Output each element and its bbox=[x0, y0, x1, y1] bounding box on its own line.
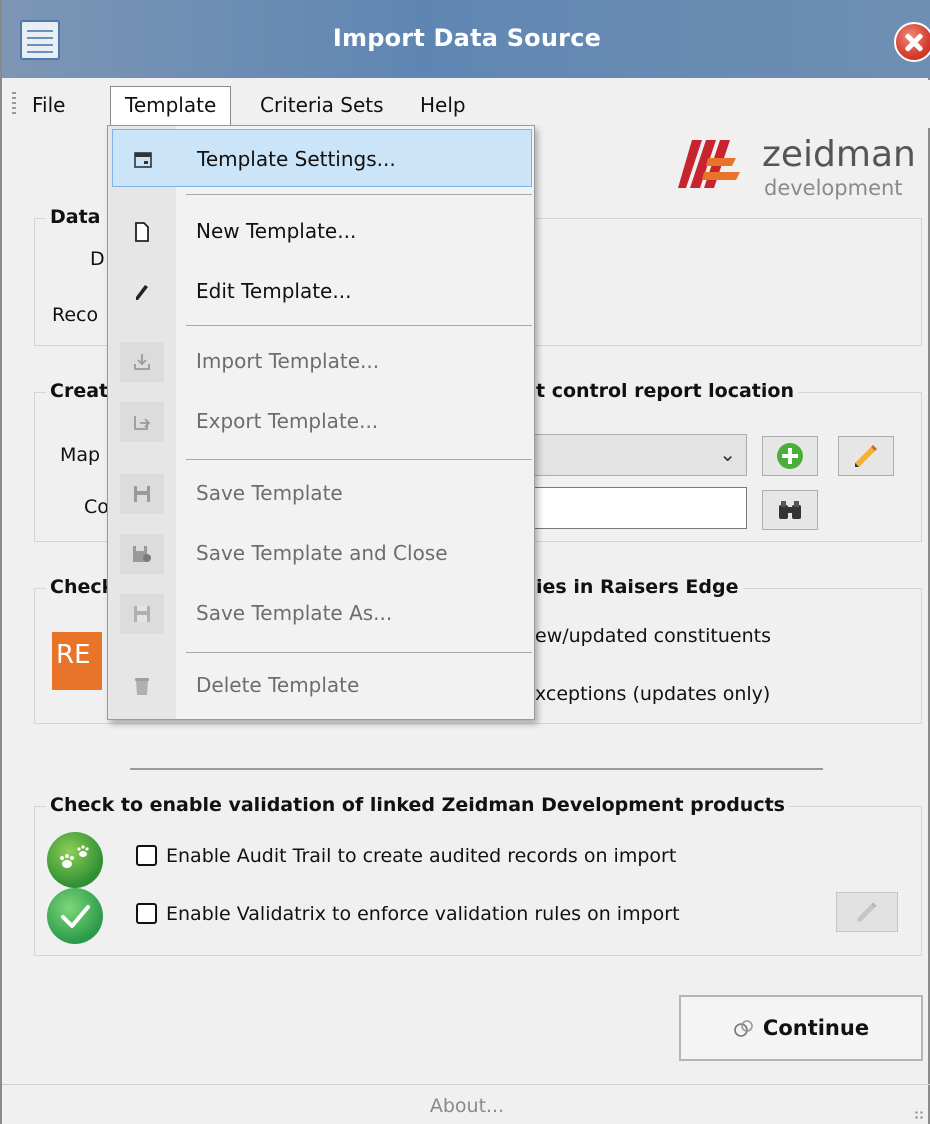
browse-button[interactable] bbox=[762, 490, 818, 530]
menu-item-edit-template[interactable]: Edit Template... bbox=[108, 262, 534, 320]
validatrix-icon bbox=[47, 888, 103, 944]
pencil-icon bbox=[855, 445, 877, 467]
mapping-select[interactable]: ⌄ bbox=[532, 434, 747, 476]
records-label: Reco bbox=[52, 304, 99, 326]
audit-trail-checkbox[interactable] bbox=[136, 845, 157, 866]
export-icon bbox=[120, 402, 164, 442]
menu-item-label: Edit Template... bbox=[196, 279, 352, 303]
zeidman-mark-icon bbox=[678, 140, 740, 188]
validatrix-label: Enable Validatrix to enforce validation … bbox=[166, 903, 680, 925]
close-icon[interactable] bbox=[894, 22, 930, 62]
data-source-label: D bbox=[90, 248, 105, 270]
menu-item-label: New Template... bbox=[196, 219, 357, 243]
status-bar: About... bbox=[2, 1084, 930, 1124]
menu-item-label: Save Template As... bbox=[196, 601, 393, 625]
zeidman-logo: zeidman development bbox=[678, 130, 918, 200]
linked-products-group bbox=[34, 806, 922, 956]
menu-item-label: Delete Template bbox=[196, 673, 360, 697]
pencil-icon bbox=[857, 902, 877, 922]
exceptions-option[interactable]: xceptions (updates only) bbox=[535, 683, 770, 705]
template-dropdown-menu: Template Settings... New Template... Edi… bbox=[107, 125, 535, 720]
control-label: Co bbox=[84, 496, 109, 518]
validatrix-edit-button[interactable] bbox=[836, 892, 898, 932]
menu-help[interactable]: Help bbox=[420, 90, 466, 120]
trash-icon bbox=[120, 666, 164, 706]
menu-item-label: Import Template... bbox=[196, 349, 380, 373]
raisers-edge-logo: RE bbox=[52, 632, 102, 690]
menu-separator bbox=[186, 325, 532, 326]
menu-item-export-template[interactable]: Export Template... bbox=[108, 392, 534, 450]
menu-item-label: Save Template bbox=[196, 481, 343, 505]
menu-item-label: Export Template... bbox=[196, 409, 379, 433]
continue-button[interactable]: Continue bbox=[679, 995, 923, 1061]
add-icon bbox=[777, 443, 803, 469]
continue-label: Continue bbox=[762, 1016, 870, 1040]
title-bar: Import Data Source bbox=[2, 0, 930, 78]
create-group-title: Creat bbox=[46, 380, 113, 402]
size-grip[interactable] bbox=[914, 1110, 924, 1120]
menu-criteria-sets[interactable]: Criteria Sets bbox=[260, 90, 384, 120]
menu-template[interactable]: Template bbox=[110, 86, 232, 128]
menu-item-label: Template Settings... bbox=[197, 147, 396, 171]
separator bbox=[130, 768, 823, 770]
mapping-label: Map bbox=[60, 444, 101, 466]
control-report-title: t control report location bbox=[532, 380, 798, 402]
import-data-source-window: Import Data Source File Template Criteri… bbox=[0, 0, 930, 1124]
menu-item-delete-template[interactable]: Delete Template bbox=[108, 656, 534, 714]
new-updated-option[interactable]: ew/updated constituents bbox=[535, 625, 771, 647]
continue-icon bbox=[734, 1020, 753, 1037]
save-close-icon bbox=[120, 534, 164, 574]
raisers-edge-title-right: ies in Raisers Edge bbox=[532, 576, 743, 598]
audit-trail-label: Enable Audit Trail to create audited rec… bbox=[166, 845, 677, 867]
add-mapping-button[interactable] bbox=[762, 436, 818, 476]
menu-separator bbox=[186, 459, 532, 460]
binoculars-icon bbox=[779, 501, 801, 519]
menu-item-label: Save Template and Close bbox=[196, 541, 448, 565]
menu-item-save-template[interactable]: Save Template bbox=[108, 464, 534, 522]
menu-grip bbox=[12, 92, 16, 114]
chevron-down-icon: ⌄ bbox=[719, 442, 736, 466]
menu-item-template-settings[interactable]: Template Settings... bbox=[112, 129, 532, 187]
menu-item-save-template-as[interactable]: Save Template As... bbox=[108, 584, 534, 642]
menu-file[interactable]: File bbox=[32, 90, 65, 120]
logo-brand: zeidman bbox=[762, 134, 916, 175]
save-as-icon bbox=[120, 594, 164, 634]
about-link[interactable]: About... bbox=[430, 1095, 504, 1117]
window-icon bbox=[121, 140, 165, 180]
linked-products-title: Check to enable validation of linked Zei… bbox=[46, 794, 789, 816]
audit-trail-icon bbox=[47, 832, 103, 888]
menu-separator bbox=[186, 652, 532, 653]
logo-sub: development bbox=[764, 176, 903, 200]
menu-item-save-template-and-close[interactable]: Save Template and Close bbox=[108, 524, 534, 582]
validatrix-checkbox[interactable] bbox=[136, 903, 157, 924]
menu-separator bbox=[186, 194, 532, 195]
new-file-icon bbox=[120, 212, 164, 252]
window-title: Import Data Source bbox=[332, 24, 602, 52]
pencil-icon bbox=[120, 272, 164, 312]
menu-bar: File Template Criteria Sets Help bbox=[2, 80, 930, 128]
edit-mapping-button[interactable] bbox=[838, 436, 894, 476]
save-icon bbox=[120, 474, 164, 514]
import-icon bbox=[120, 342, 164, 382]
menu-item-new-template[interactable]: New Template... bbox=[108, 202, 534, 260]
menu-item-import-template[interactable]: Import Template... bbox=[108, 332, 534, 390]
control-report-input[interactable] bbox=[532, 487, 747, 529]
